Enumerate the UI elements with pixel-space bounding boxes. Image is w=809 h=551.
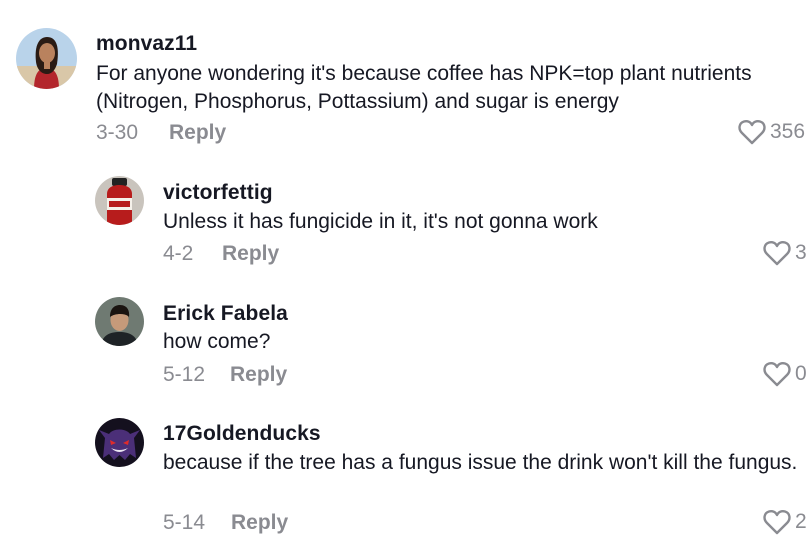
- heart-outline-icon: [738, 120, 766, 145]
- profile-photo-ghost-icon: [95, 418, 144, 467]
- avatar[interactable]: [95, 297, 144, 346]
- comment-date: 5-14: [163, 511, 206, 534]
- like-button[interactable]: 2: [763, 509, 807, 535]
- like-count: 2: [795, 510, 807, 533]
- profile-photo-bottle-icon: [95, 176, 144, 225]
- like-count: 3: [795, 241, 807, 264]
- avatar[interactable]: [95, 176, 144, 225]
- heart-outline-icon: [763, 510, 791, 535]
- comment-text: because if the tree has a fungus issue t…: [163, 451, 798, 474]
- reply-button[interactable]: Reply: [169, 121, 226, 145]
- comment-username[interactable]: Erick Fabela: [163, 302, 288, 326]
- comment-username[interactable]: victorfettig: [163, 181, 273, 205]
- like-count: 0: [795, 362, 807, 385]
- like-button[interactable]: 0: [763, 361, 807, 387]
- avatar[interactable]: [16, 28, 77, 89]
- comment-date: 5-12: [163, 363, 206, 386]
- comment-text: For anyone wondering it's because coffee…: [96, 62, 752, 113]
- comment-text: Unless it has fungicide in it, it's not …: [163, 210, 598, 233]
- comment-username[interactable]: 17Goldenducks: [163, 422, 321, 446]
- heart-outline-icon: [763, 362, 791, 387]
- profile-photo-man-icon: [95, 297, 144, 346]
- like-button[interactable]: 3: [763, 240, 807, 266]
- comment-date: 3-30: [96, 121, 139, 144]
- profile-photo-woman-icon: [16, 28, 77, 89]
- like-button[interactable]: 356: [738, 119, 805, 145]
- heart-outline-icon: [763, 241, 791, 266]
- reply-button[interactable]: Reply: [231, 511, 288, 535]
- comment-date: 4-2: [163, 242, 194, 265]
- reply-button[interactable]: Reply: [230, 363, 287, 387]
- comment-text: how come?: [163, 330, 271, 353]
- avatar[interactable]: [95, 418, 144, 467]
- reply-button[interactable]: Reply: [222, 242, 279, 266]
- comment-username[interactable]: monvaz11: [96, 32, 197, 56]
- like-count: 356: [770, 120, 806, 143]
